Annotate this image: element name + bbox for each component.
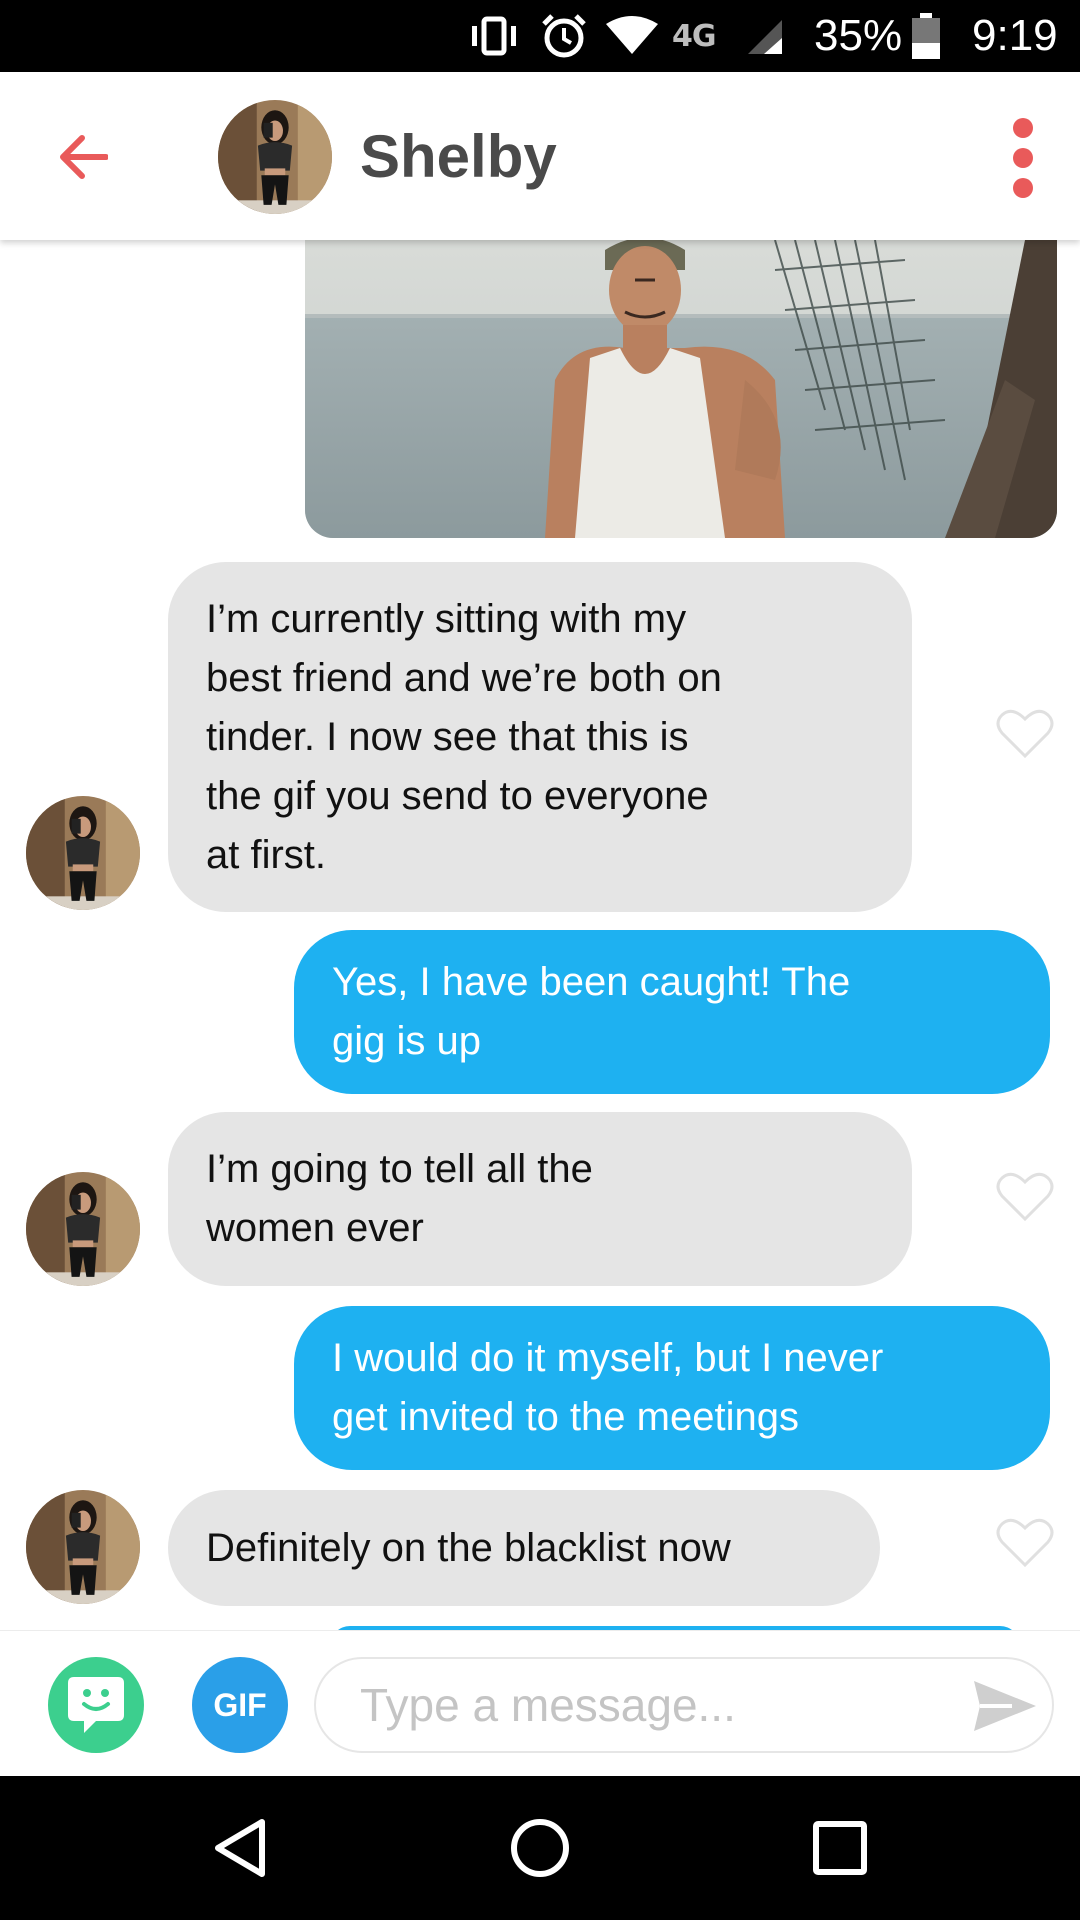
message-line: I would do it myself, but I never <box>332 1336 884 1380</box>
alarm-icon <box>540 0 588 72</box>
battery-percent: 35% <box>814 11 903 60</box>
gif-message[interactable] <box>305 240 1057 538</box>
back-button[interactable] <box>48 122 118 192</box>
system-navigation-bar <box>0 1776 1080 1920</box>
contact-avatar[interactable] <box>218 100 332 214</box>
back-arrow-icon <box>60 135 108 179</box>
outgoing-message[interactable]: I would do it myself, but I never get in… <box>294 1306 1050 1470</box>
send-icon[interactable] <box>972 1677 1038 1735</box>
more-vertical-icon <box>1013 118 1033 138</box>
gif-image <box>305 240 1057 538</box>
message-line: gig is up <box>332 1019 481 1063</box>
message-line: at first. <box>206 832 327 877</box>
message-line: best friend and we’re both on <box>206 655 722 700</box>
more-options-button[interactable] <box>1000 118 1046 198</box>
contact-name[interactable]: Shelby <box>360 122 557 192</box>
chat-header: Shelby <box>0 72 1080 240</box>
bitmoji-button[interactable] <box>48 1657 144 1753</box>
message-line: Definitely on the blacklist now <box>206 1525 731 1570</box>
message-input[interactable] <box>314 1657 1054 1753</box>
message-line: I’m currently sitting with my <box>206 596 687 641</box>
wifi-icon <box>606 0 658 72</box>
heart-icon[interactable] <box>996 1170 1054 1222</box>
message-composer: GIF <box>0 1630 1080 1776</box>
message-line: I’m going to tell all the <box>206 1147 593 1191</box>
recents-square-icon[interactable] <box>808 1816 872 1880</box>
sender-avatar[interactable] <box>26 1490 140 1604</box>
incoming-message[interactable]: Definitely on the blacklist now <box>168 1490 880 1606</box>
clock: 9:19 <box>972 11 1058 60</box>
home-circle-icon[interactable] <box>508 1816 572 1880</box>
incoming-message[interactable]: I’m currently sitting with my best frien… <box>168 562 912 912</box>
message-line: women ever <box>206 1206 424 1250</box>
heart-icon[interactable] <box>996 1516 1054 1568</box>
sender-avatar[interactable] <box>26 796 140 910</box>
message-line: Yes, I have been caught! The <box>332 960 851 1004</box>
message-line: the gif you send to everyone <box>206 773 709 818</box>
status-bar: 4G 35% 9:19 <box>0 0 1080 72</box>
message-line: get invited to the meetings <box>332 1395 799 1439</box>
heart-icon[interactable] <box>996 707 1054 759</box>
back-triangle-icon[interactable] <box>210 1816 274 1880</box>
message-line: tinder. I now see that this is <box>206 714 689 759</box>
battery-icon <box>912 0 940 72</box>
outgoing-message[interactable]: Yes, I have been caught! The gig is up <box>294 930 1050 1094</box>
incoming-message[interactable]: I’m going to tell all the women ever <box>168 1112 912 1286</box>
message-list[interactable]: I’m currently sitting with my best frien… <box>0 240 1080 1630</box>
gif-button[interactable]: GIF <box>192 1657 288 1753</box>
bitmoji-icon <box>68 1677 124 1733</box>
sender-avatar[interactable] <box>26 1172 140 1286</box>
network-type-label: 4G <box>672 18 716 54</box>
vibrate-icon <box>466 0 522 72</box>
signal-icon <box>744 0 784 72</box>
